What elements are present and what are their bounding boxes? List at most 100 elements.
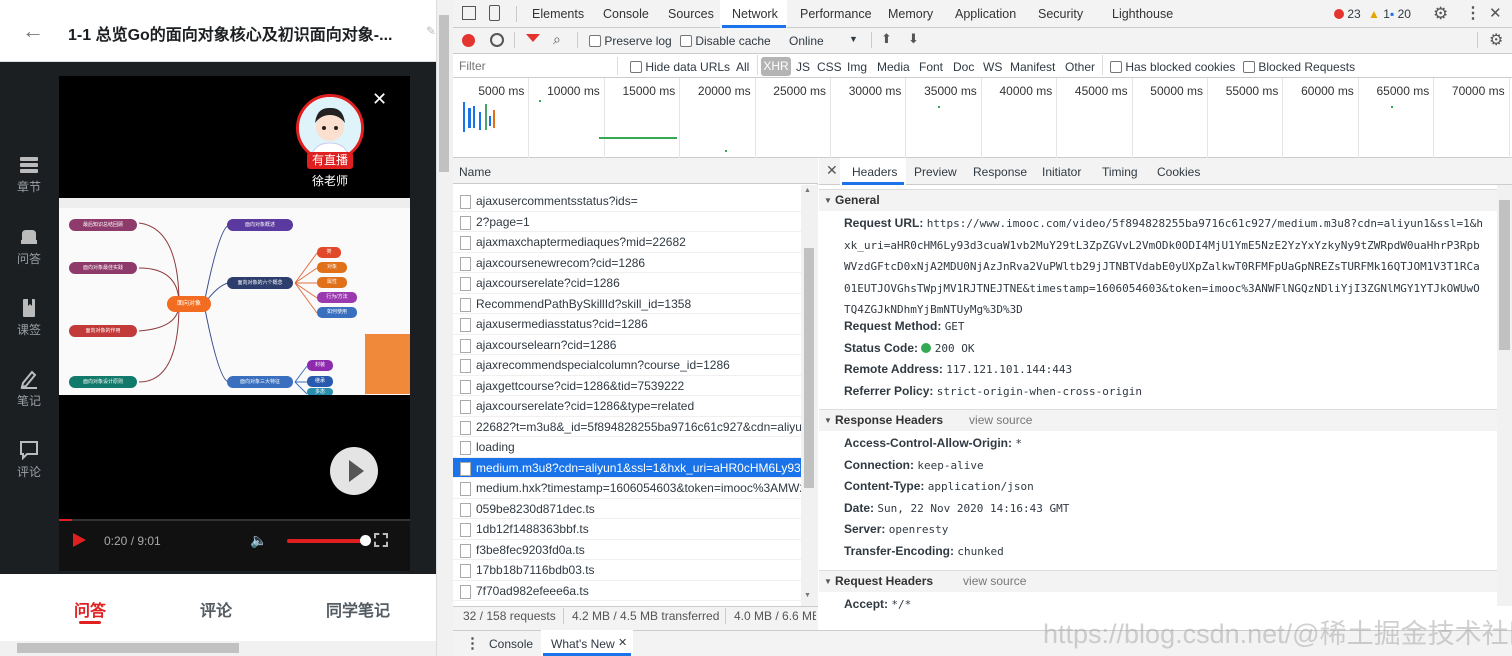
tab-timing[interactable]: Timing bbox=[1102, 165, 1138, 179]
tab-network[interactable]: Network bbox=[732, 7, 778, 21]
view-source-link[interactable]: view source bbox=[969, 413, 1032, 427]
warning-count[interactable]: ▲ 1 bbox=[1368, 7, 1390, 21]
request-row[interactable]: medium.m3u8?cdn=aliyun1&ssl=1&hxk_uri=aH… bbox=[453, 457, 801, 478]
volume-icon[interactable]: 🔈 bbox=[250, 532, 267, 549]
scrollbar-thumb[interactable] bbox=[804, 248, 814, 488]
tab-memory[interactable]: Memory bbox=[888, 7, 933, 21]
scrollbar-thumb[interactable] bbox=[439, 15, 449, 172]
tab-initiator[interactable]: Initiator bbox=[1042, 165, 1081, 179]
tab-application[interactable]: Application bbox=[955, 7, 1016, 21]
volume-knob[interactable] bbox=[360, 535, 371, 546]
close-detail-icon[interactable]: ✕ bbox=[826, 162, 838, 179]
request-row[interactable]: ajaxcoursenewrecom?cid=1286 bbox=[453, 253, 801, 273]
sidebar-item-notes[interactable]: 笔记 bbox=[0, 369, 58, 409]
device-toolbar-icon[interactable] bbox=[489, 5, 500, 21]
general-section-header[interactable]: General bbox=[819, 189, 1497, 211]
request-row[interactable]: RecommendPathBySkillId?skill_id=1358 bbox=[453, 294, 801, 314]
request-row[interactable]: ajaxusercommentsstatus?ids= bbox=[453, 191, 801, 212]
type-filter-doc[interactable]: Doc bbox=[953, 60, 974, 74]
request-row[interactable]: ajaxgettcourse?cid=1286&tid=7539222 bbox=[453, 376, 801, 396]
request-row[interactable]: ajaxmaxchaptermediaques?mid=22682 bbox=[453, 232, 801, 253]
drawer-tab-whats-new[interactable]: What's New bbox=[551, 637, 615, 651]
tab-cookies[interactable]: Cookies bbox=[1157, 165, 1200, 179]
filter-icon[interactable] bbox=[526, 34, 540, 42]
request-row[interactable]: 059be8230d871dec.ts bbox=[453, 499, 801, 519]
checkbox[interactable] bbox=[1110, 61, 1122, 73]
tab-headers[interactable]: Headers bbox=[852, 165, 897, 179]
checkbox[interactable] bbox=[680, 35, 692, 47]
tab-security[interactable]: Security bbox=[1038, 7, 1083, 21]
request-row[interactable]: ajaxusermediasstatus?cid=1286 bbox=[453, 314, 801, 335]
disable-cache-checkbox[interactable]: Disable cache bbox=[680, 34, 771, 48]
request-headers-section-header[interactable]: Request Headers view source bbox=[819, 570, 1497, 592]
inspect-icon[interactable] bbox=[462, 6, 476, 20]
column-name-header[interactable]: Name bbox=[459, 165, 491, 179]
close-devtools-icon[interactable]: ✕ bbox=[1489, 4, 1502, 22]
blocked-requests-checkbox[interactable]: Blocked Requests bbox=[1243, 60, 1355, 74]
type-filter-ws[interactable]: WS bbox=[983, 60, 1002, 74]
request-row[interactable]: ajaxcourselearn?cid=1286 bbox=[453, 335, 801, 355]
has-blocked-cookies-checkbox[interactable]: Has blocked cookies bbox=[1110, 60, 1235, 74]
request-row[interactable]: medium.hxk?timestamp=1606054603&token=im… bbox=[453, 478, 801, 499]
scrollbar-thumb[interactable] bbox=[1499, 200, 1510, 350]
request-row[interactable]: 17bb18b7116bdb03.ts bbox=[453, 560, 801, 581]
back-arrow-icon[interactable]: ← bbox=[22, 18, 44, 44]
drawer-menu-icon[interactable]: ⋮ bbox=[465, 634, 480, 652]
type-filter-other[interactable]: Other bbox=[1065, 60, 1095, 74]
record-icon[interactable] bbox=[462, 34, 475, 47]
scrollbar-thumb[interactable] bbox=[17, 643, 239, 653]
preserve-log-checkbox[interactable]: Preserve log bbox=[589, 34, 672, 48]
request-row[interactable]: 7f70ad982efeee6a.ts bbox=[453, 581, 801, 601]
sidebar-item-comments[interactable]: 评论 bbox=[0, 440, 58, 480]
progress-track[interactable] bbox=[59, 519, 410, 521]
volume-slider[interactable] bbox=[287, 539, 365, 543]
network-settings-gear-icon[interactable]: ⚙ bbox=[1489, 30, 1503, 50]
close-icon[interactable]: ✕ bbox=[372, 89, 387, 110]
hide-data-urls-checkbox[interactable]: Hide data URLs bbox=[630, 60, 730, 74]
clear-icon[interactable] bbox=[490, 33, 504, 47]
play-overlay-button[interactable] bbox=[330, 447, 378, 495]
type-filter-all[interactable]: All bbox=[736, 60, 749, 74]
tab-elements[interactable]: Elements bbox=[532, 7, 584, 21]
export-har-icon[interactable]: ⬇ bbox=[908, 31, 919, 47]
filter-input[interactable] bbox=[455, 57, 618, 75]
close-drawer-tab-icon[interactable]: ✕ bbox=[618, 636, 627, 649]
scroll-down-arrow-icon[interactable]: ▼ bbox=[804, 592, 811, 599]
tab-student-notes[interactable]: 同学笔记 bbox=[326, 597, 390, 621]
tab-preview[interactable]: Preview bbox=[914, 165, 957, 179]
type-filter-media[interactable]: Media bbox=[877, 60, 910, 74]
drawer-tab-console[interactable]: Console bbox=[489, 637, 533, 651]
type-filter-manifest[interactable]: Manifest bbox=[1010, 60, 1055, 74]
sidebar-item-bookmarks[interactable]: 课签 bbox=[0, 298, 58, 338]
more-options-icon[interactable]: ⋮ bbox=[1465, 3, 1481, 23]
tab-response[interactable]: Response bbox=[973, 165, 1027, 179]
live-badge[interactable]: 有直播 bbox=[307, 152, 353, 169]
tab-console[interactable]: Console bbox=[603, 7, 649, 21]
tab-lighthouse[interactable]: Lighthouse bbox=[1112, 7, 1173, 21]
request-row[interactable]: 1db12f1488363bbf.ts bbox=[453, 519, 801, 540]
tab-performance[interactable]: Performance bbox=[800, 7, 872, 21]
request-row[interactable]: loading bbox=[453, 437, 801, 458]
fullscreen-icon[interactable] bbox=[374, 533, 388, 547]
throttling-select[interactable]: Online ▼ bbox=[789, 34, 861, 48]
settings-gear-icon[interactable]: ⚙ bbox=[1433, 4, 1448, 24]
tab-sources[interactable]: Sources bbox=[668, 7, 714, 21]
message-count[interactable]: ▪ 20 bbox=[1390, 7, 1411, 21]
type-filter-font[interactable]: Font bbox=[919, 60, 943, 74]
search-icon[interactable]: ⌕ bbox=[553, 31, 561, 48]
request-row[interactable]: ajaxcourserelate?cid=1286 bbox=[453, 273, 801, 294]
play-icon[interactable] bbox=[73, 533, 86, 547]
type-filter-xhr[interactable]: XHR bbox=[761, 57, 791, 76]
sidebar-item-qa[interactable]: 问答 bbox=[0, 227, 58, 267]
checkbox[interactable] bbox=[1243, 61, 1255, 73]
response-headers-section-header[interactable]: Response Headers view source bbox=[819, 409, 1497, 431]
checkbox[interactable] bbox=[630, 61, 642, 73]
request-row[interactable]: ajaxcourserelate?cid=1286&type=related bbox=[453, 396, 801, 417]
tab-qa[interactable]: 问答 bbox=[74, 597, 106, 621]
request-row[interactable]: 22682?t=m3u8&_id=5f894828255ba9716c61c92… bbox=[453, 417, 801, 437]
type-filter-css[interactable]: CSS bbox=[817, 60, 842, 74]
request-row[interactable]: ajaxrecommendspecialcolumn?course_id=128… bbox=[453, 355, 801, 376]
tab-comments[interactable]: 评论 bbox=[200, 597, 232, 621]
sidebar-item-chapters[interactable]: 章节 bbox=[0, 155, 58, 195]
pin-icon[interactable]: ✎ bbox=[426, 24, 436, 38]
